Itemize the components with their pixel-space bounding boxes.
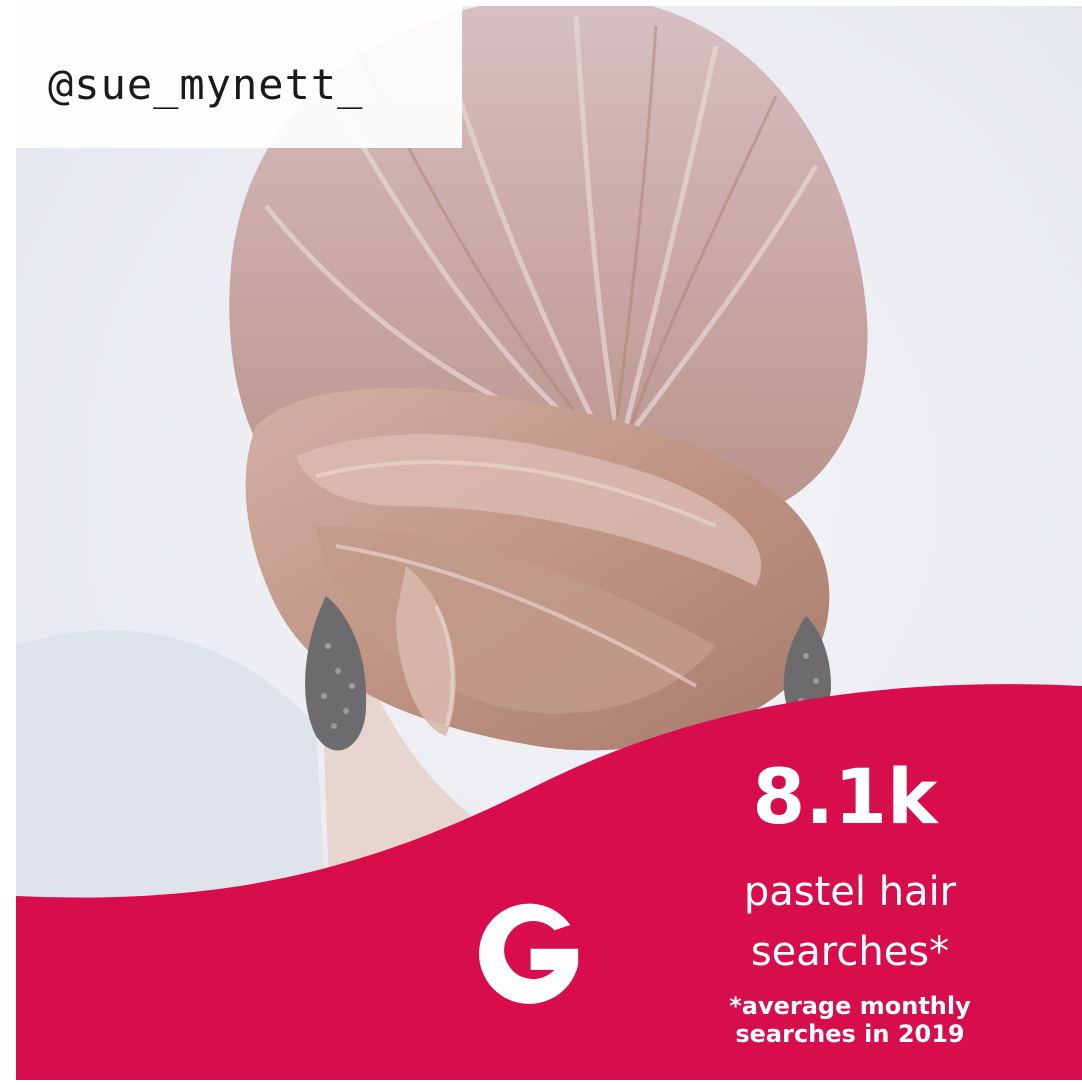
stat-value: 8.1k: [752, 752, 938, 841]
stat-label: pastel hair searches*: [743, 869, 957, 975]
image-frame: @sue_mynett_ 8.1k pastel hair searches* …: [0, 0, 1082, 1085]
google-g-icon: [479, 903, 579, 1004]
stat-footnote: *average monthly searches in 2019: [729, 992, 971, 1048]
